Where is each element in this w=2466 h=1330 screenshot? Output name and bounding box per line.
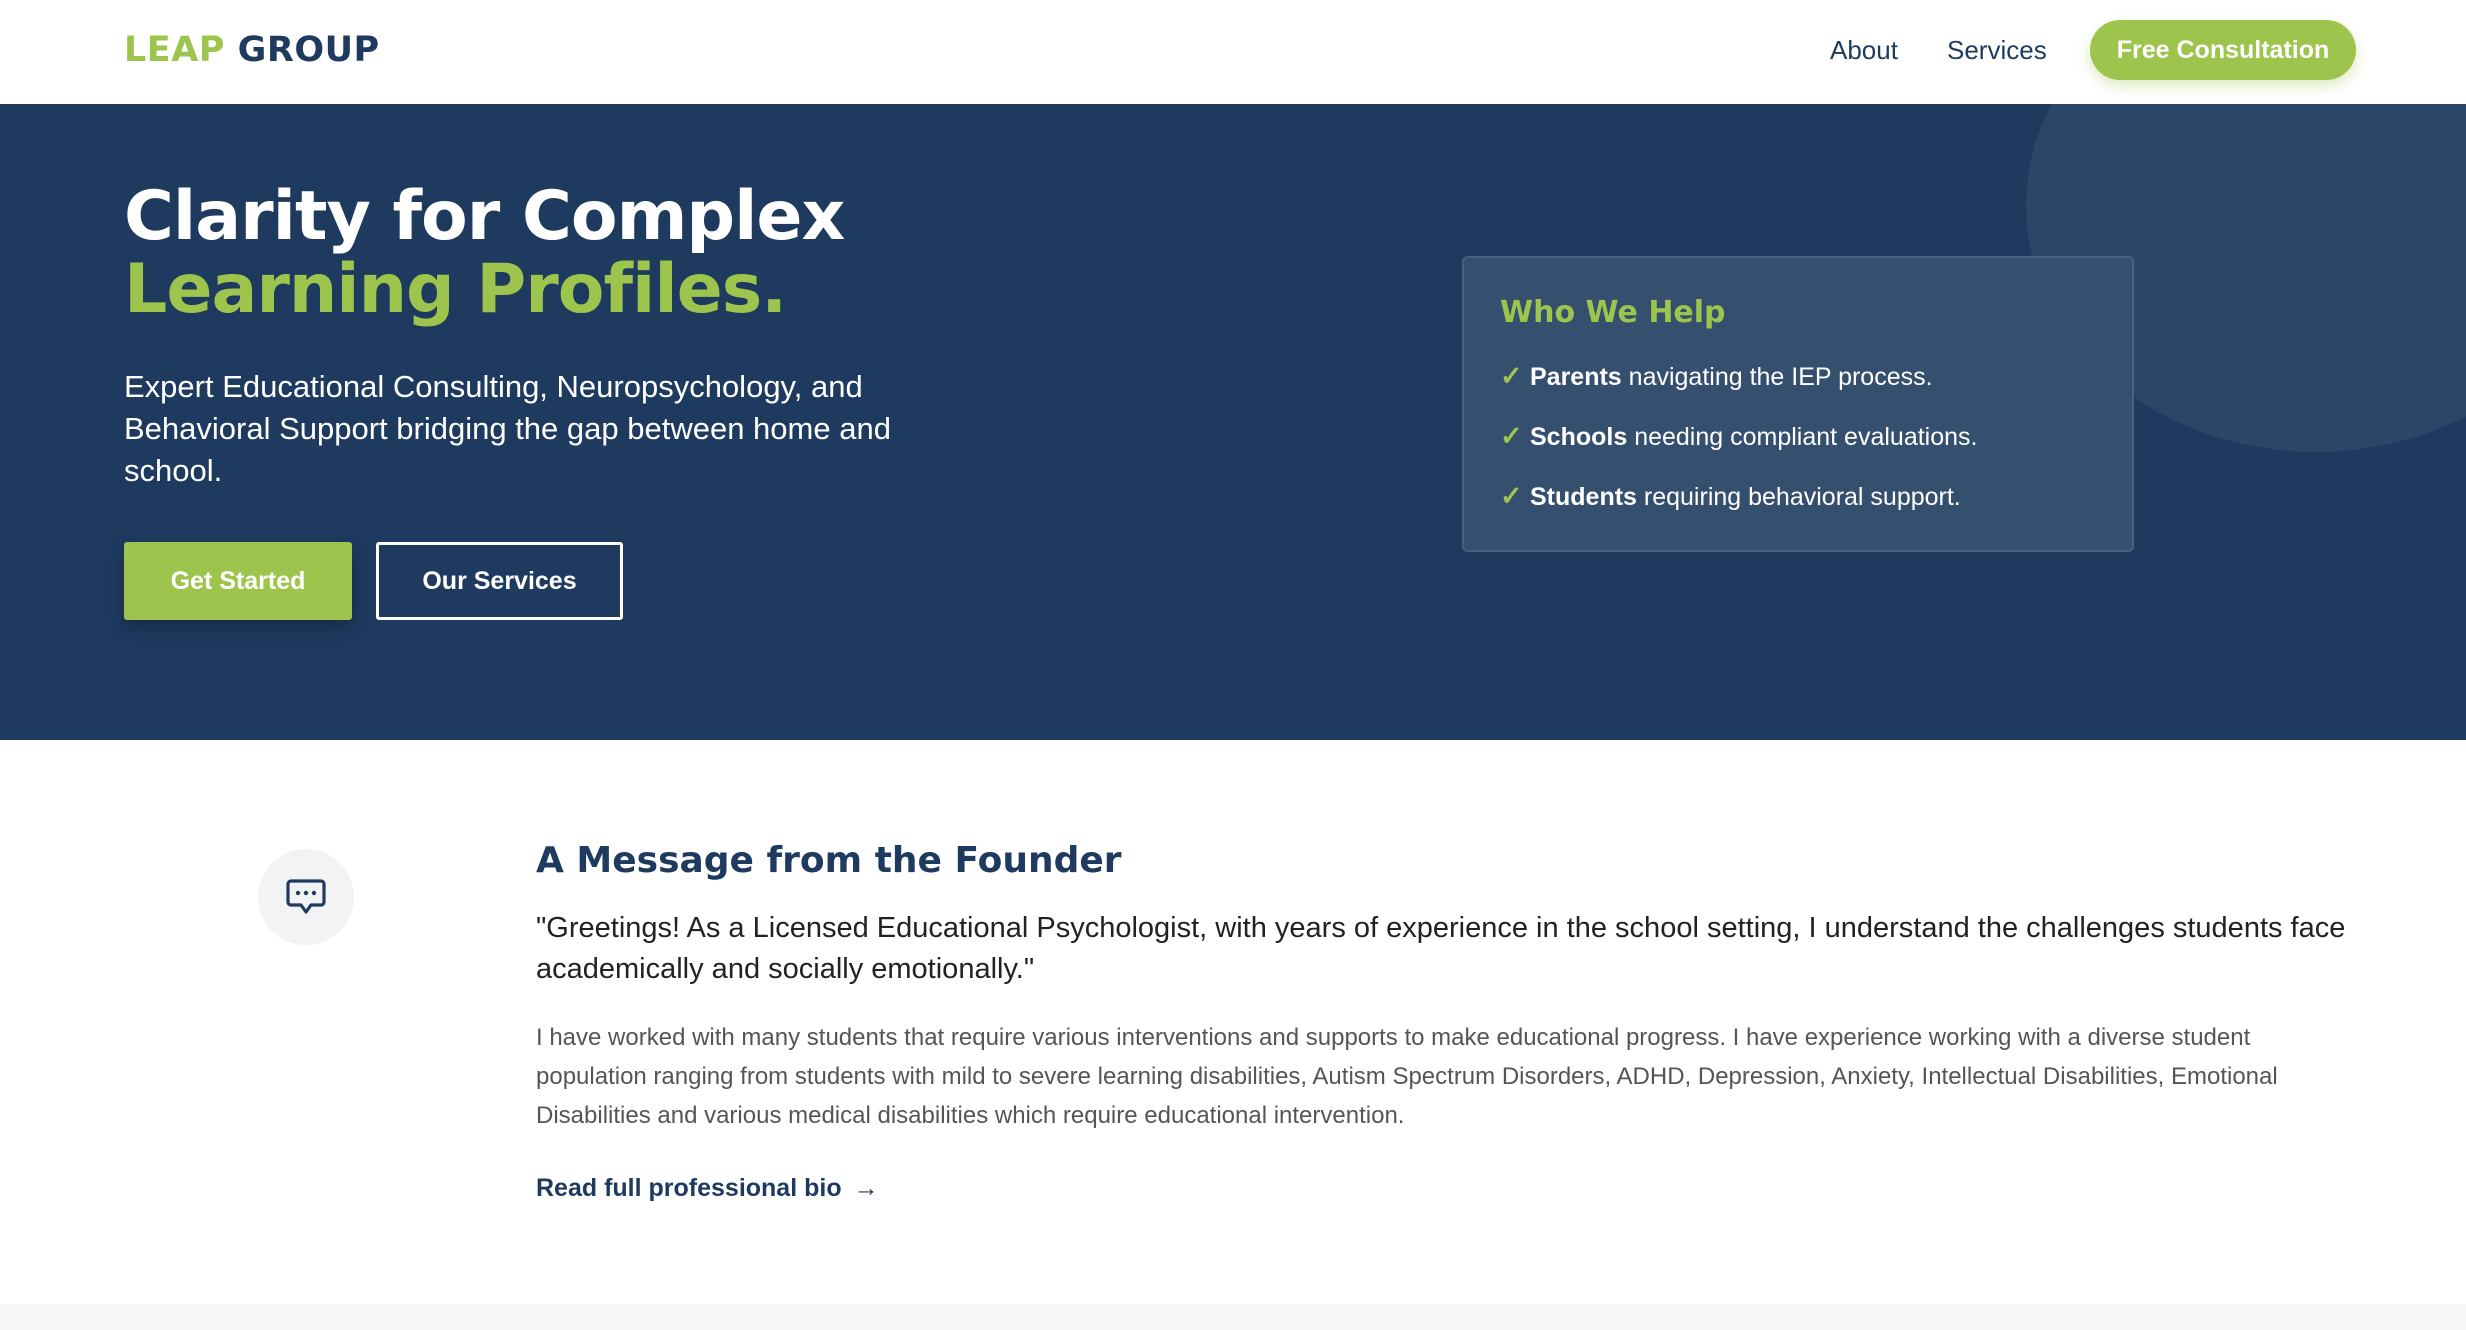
chat-bubble-icon [286, 879, 326, 914]
help-item-students: ✓ Students requiring behavioral support. [1500, 480, 1961, 513]
our-services-button[interactable]: Our Services [376, 542, 623, 620]
hero-subtitle: Expert Educational Consulting, Neuropsyc… [124, 369, 891, 488]
free-consultation-button[interactable]: Free Consultation [2090, 20, 2356, 80]
founder-body: I have worked with many students that re… [536, 1024, 2278, 1129]
hero-title-line1: Clarity for Complex [124, 177, 845, 256]
logo-group: GROUP [237, 30, 380, 70]
help-item-schools: ✓ Schools needing compliant evaluations. [1500, 420, 1977, 453]
read-bio-link[interactable]: Read full professional bio → [536, 1172, 879, 1204]
hero-title: Clarity for Complex Learning Profiles. [124, 177, 845, 329]
next-section-edge [0, 1304, 2466, 1330]
founder-quote: "Greetings! As a Licensed Educational Ps… [536, 912, 2346, 985]
help-item-bold: Parents [1530, 363, 1622, 391]
hero-section: Clarity for Complex Learning Profiles. E… [0, 104, 2466, 740]
founder-title: A Message from the Founder [536, 840, 1122, 881]
check-icon: ✓ [1500, 361, 1523, 391]
arrow-right-icon: → [853, 1174, 879, 1202]
read-bio-label: Read full professional bio [536, 1174, 842, 1202]
help-item-parents: ✓ Parents navigating the IEP process. [1500, 360, 1933, 393]
who-we-help-card: Who We Help ✓ Parents navigating the IEP … [1462, 256, 2134, 552]
nav-link-services[interactable]: Services [1947, 34, 2047, 66]
help-item-text: requiring behavioral support. [1636, 483, 1961, 511]
check-icon: ✓ [1500, 481, 1523, 511]
help-item-text: navigating the IEP process. [1621, 363, 1933, 391]
top-nav: LEAP GROUP About Services Free Consultat… [0, 0, 2466, 104]
hero-title-line2: Learning Profiles. [124, 250, 787, 329]
help-item-text: needing compliant evaluations. [1627, 423, 1978, 451]
get-started-button[interactable]: Get Started [124, 542, 352, 620]
who-we-help-title: Who We Help [1500, 295, 1726, 330]
check-icon: ✓ [1500, 421, 1523, 451]
logo[interactable]: LEAP GROUP [124, 28, 380, 72]
nav-link-about[interactable]: About [1830, 34, 1898, 66]
logo-leap: LEAP [124, 30, 225, 70]
help-item-bold: Schools [1530, 423, 1628, 451]
founder-icon-badge [258, 849, 354, 945]
help-item-bold: Students [1530, 483, 1637, 511]
